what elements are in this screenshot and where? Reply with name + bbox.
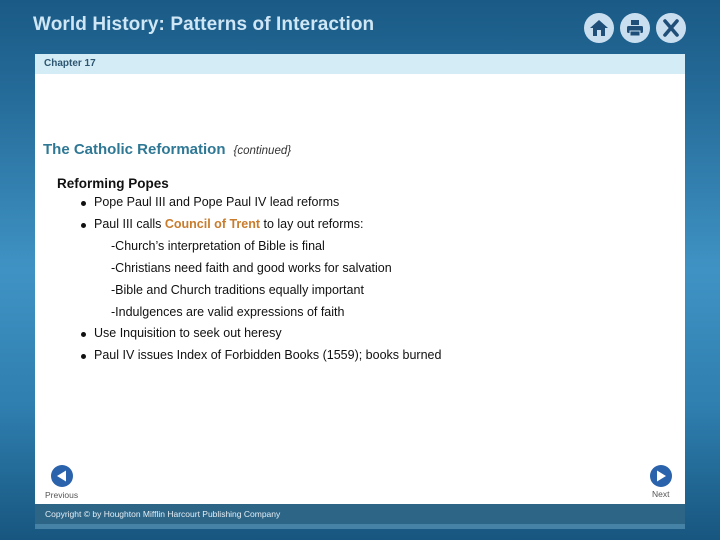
arrow-left-icon	[57, 470, 66, 482]
slide-heading: The Catholic Reformation {continued}	[43, 141, 291, 158]
app-title: World History: Patterns of Interaction	[33, 14, 375, 35]
highlight-term: Council of Trent	[164, 217, 261, 231]
sub-item: -Bible and Church traditions equally imp…	[111, 283, 364, 297]
sub-item: -Christians need faith and good works fo…	[111, 261, 392, 275]
next-label[interactable]: Next	[652, 489, 669, 499]
previous-label[interactable]: Previous	[45, 490, 78, 500]
footer-bar: Copyright © by Houghton Mifflin Harcourt…	[35, 504, 685, 524]
top-toolbar	[584, 13, 686, 43]
close-icon	[663, 19, 679, 37]
bullet-item: Paul III calls Council of Trent to lay o…	[81, 217, 364, 231]
sub-item: -Church’s interpretation of Bible is fin…	[111, 239, 325, 253]
home-button[interactable]	[584, 13, 614, 43]
slide-panel: Chapter 17 The Catholic Reformation {cont…	[35, 54, 685, 504]
home-icon	[590, 20, 608, 36]
bullet-text: to lay out reforms:	[260, 217, 364, 231]
chapter-label: Chapter 17	[44, 58, 96, 69]
copyright-text: Copyright © by Houghton Mifflin Harcourt…	[45, 509, 281, 519]
bullet-text: Paul III calls	[94, 217, 165, 231]
subheading: Reforming Popes	[57, 176, 169, 191]
print-icon	[627, 20, 643, 37]
bullet-item: Paul IV issues Index of Forbidden Books …	[80, 348, 442, 362]
previous-button[interactable]	[51, 465, 73, 487]
footer-strip	[35, 524, 685, 529]
heading-continued: {continued}	[233, 145, 292, 157]
close-button[interactable]	[656, 13, 686, 43]
print-button[interactable]	[620, 13, 650, 43]
chapter-bar: Chapter 17	[35, 54, 685, 74]
arrow-right-icon	[657, 470, 666, 482]
bullet-item: Pope Paul III and Pope Paul IV lead refo…	[80, 195, 340, 209]
heading-text: The Catholic Reformation	[43, 141, 226, 158]
sub-item: -Indulgences are valid expressions of fa…	[111, 305, 345, 319]
next-button[interactable]	[650, 465, 672, 487]
bullet-item: Use Inquisition to seek out heresy	[81, 326, 282, 340]
